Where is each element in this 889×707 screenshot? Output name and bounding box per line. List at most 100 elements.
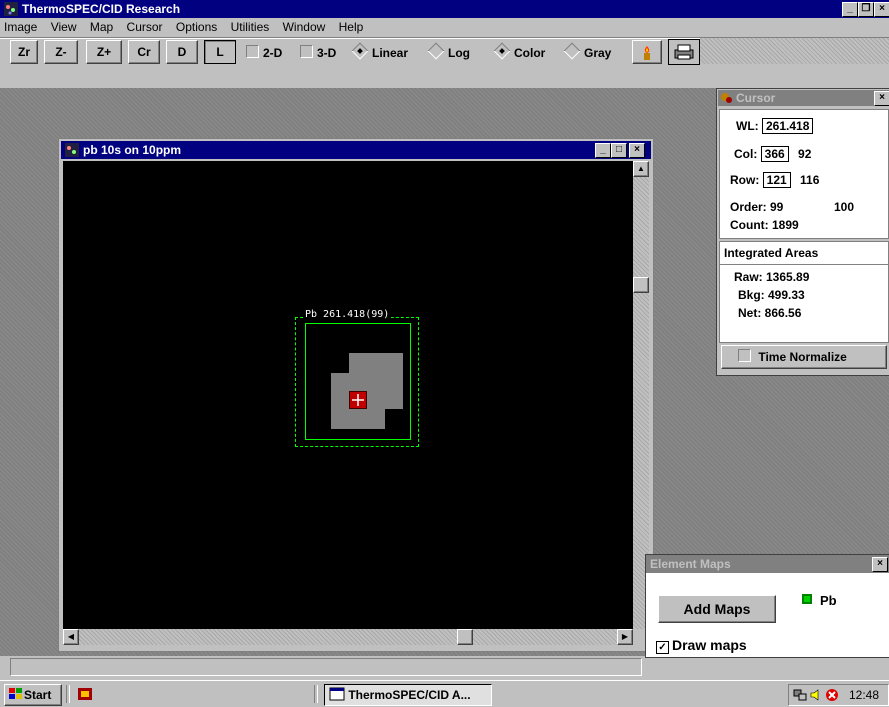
time-normalize-toggle[interactable]: Time Normalize <box>721 345 887 369</box>
zoom-reset-button[interactable]: Zr <box>10 40 38 64</box>
wl-row: WL: 261.418 <box>736 118 814 134</box>
wl-label: WL: <box>736 119 759 133</box>
row-label: Row: <box>730 173 760 187</box>
cursor-crosshair-icon[interactable] <box>349 391 367 409</box>
checkbox-2d-icon <box>246 45 259 58</box>
order-label: Order: 99 <box>730 200 784 214</box>
restore-icon[interactable]: ❐ <box>858 2 874 17</box>
image-minimize-icon[interactable]: _ <box>595 143 611 158</box>
raw-value: Raw: 1365.89 <box>734 270 810 284</box>
image-close-icon[interactable]: × <box>629 143 645 158</box>
horizontal-scrollbar[interactable]: ◀ ▶ <box>63 629 633 645</box>
element-maps-panel: Element Maps × Add Maps Pb ✓ Draw maps <box>645 554 889 658</box>
start-button[interactable]: Start <box>4 684 62 706</box>
network-tray-icon[interactable] <box>793 688 807 702</box>
quicklaunch-app-icon <box>78 688 92 700</box>
menu-image[interactable]: Image <box>4 20 37 34</box>
cursor-panel-title-bar[interactable]: Cursor × <box>718 90 889 106</box>
alert-tray-icon[interactable] <box>825 688 839 702</box>
integrated-areas-box: Integrated Areas Raw: 1365.89 Bkg: 499.3… <box>719 241 889 343</box>
radio-color-icon <box>493 42 511 60</box>
status-bar <box>10 658 642 676</box>
radio-linear[interactable]: Linear <box>351 42 408 60</box>
toggle-3d[interactable]: 3-D <box>300 45 336 60</box>
col-extra: 92 <box>798 147 812 161</box>
lamp-icon <box>644 45 650 60</box>
element-maps-title: Element Maps <box>650 557 731 571</box>
horizontal-scroll-thumb[interactable] <box>457 629 473 645</box>
order-extra: 100 <box>834 200 855 214</box>
taskbar: Start ThermoSPEC/CID A... 12:48 <box>0 680 889 707</box>
radio-gray-icon <box>563 42 581 60</box>
radio-color[interactable]: Color <box>493 42 546 60</box>
checkbox-3d-icon <box>300 45 313 58</box>
menu-options[interactable]: Options <box>176 20 217 34</box>
label-2d: 2-D <box>263 46 283 60</box>
zoom-out-button[interactable]: Z- <box>44 40 78 64</box>
app-icon <box>4 2 18 16</box>
element-maps-close-icon[interactable]: × <box>872 557 888 572</box>
add-maps-button[interactable]: Add Maps <box>658 595 776 623</box>
start-label: Start <box>24 688 52 702</box>
count-label: Count: 1899 <box>730 218 799 232</box>
radio-linear-icon <box>351 42 369 60</box>
image-window-icon <box>65 143 79 157</box>
wl-value[interactable]: 261.418 <box>762 118 814 134</box>
menu-map[interactable]: Map <box>90 20 113 34</box>
cursor-panel-close-icon[interactable]: × <box>874 91 889 106</box>
row-value[interactable]: 121 <box>762 172 791 188</box>
vertical-scroll-thumb[interactable] <box>633 277 649 293</box>
roi-label: Pb 261.418(99) <box>303 309 392 320</box>
windows-logo-icon <box>9 688 22 699</box>
menu-cursor[interactable]: Cursor <box>127 20 163 34</box>
time-normalize-label: Time Normalize <box>758 350 847 364</box>
taskbar-app-button[interactable]: ThermoSPEC/CID A... <box>324 684 492 706</box>
label-gray: Gray <box>584 46 612 60</box>
menu-utilities[interactable]: Utilities <box>231 20 270 34</box>
label-color: Color <box>514 46 546 60</box>
element-maps-title-bar[interactable]: Element Maps × <box>646 555 889 573</box>
col-value[interactable]: 366 <box>760 146 789 162</box>
cursor-info-box: WL: 261.418 Col: 366 92 Row: 121 116 Ord… <box>719 109 889 239</box>
app-title-bar[interactable]: ThermoSPEC/CID Research _ ❐ × <box>0 0 889 18</box>
crop-button[interactable]: Cr <box>128 40 160 64</box>
image-window-title-bar[interactable]: pb 10s on 10ppm _ □ × <box>61 141 651 159</box>
scroll-up-icon[interactable]: ▲ <box>633 161 649 177</box>
print-button[interactable] <box>668 39 700 65</box>
draw-maps-label: Draw maps <box>672 637 747 653</box>
image-window: pb 10s on 10ppm _ □ × Pb 261.418(99) ▲ ◀… <box>58 138 654 652</box>
image-canvas[interactable]: Pb 261.418(99) <box>63 161 633 629</box>
l-button[interactable]: L <box>204 40 236 64</box>
zoom-in-button[interactable]: Z+ <box>86 40 122 64</box>
menu-help[interactable]: Help <box>339 20 364 34</box>
volume-tray-icon[interactable] <box>809 688 823 702</box>
draw-maps-checkbox[interactable]: ✓ Draw maps <box>656 637 747 654</box>
toolbar-right-area <box>700 38 889 64</box>
scroll-left-icon[interactable]: ◀ <box>63 629 79 645</box>
col-row: Col: 366 92 <box>734 146 811 162</box>
toggle-2d[interactable]: 2-D <box>246 45 282 60</box>
radio-log-icon <box>427 42 445 60</box>
radio-gray[interactable]: Gray <box>563 42 612 60</box>
draw-maps-check-icon: ✓ <box>656 641 669 654</box>
minimize-icon[interactable]: _ <box>842 2 858 17</box>
col-label: Col: <box>734 147 758 161</box>
lamp-button[interactable] <box>632 40 662 64</box>
scroll-right-icon[interactable]: ▶ <box>617 629 633 645</box>
element-pb-item[interactable]: Pb <box>802 593 837 608</box>
net-value: Net: 866.56 <box>738 306 802 320</box>
system-tray: 12:48 <box>788 684 889 706</box>
task-divider <box>314 685 318 703</box>
menu-window[interactable]: Window <box>283 20 326 34</box>
d-button[interactable]: D <box>166 40 198 64</box>
app-title: ThermoSPEC/CID Research <box>22 2 181 16</box>
quicklaunch-app[interactable] <box>76 685 94 703</box>
image-maximize-icon[interactable]: □ <box>611 143 627 158</box>
cursor-panel-title: Cursor <box>736 91 776 105</box>
radio-log[interactable]: Log <box>427 42 470 60</box>
pb-color-swatch-icon <box>802 594 812 604</box>
integrated-divider <box>720 264 888 265</box>
close-icon[interactable]: × <box>874 2 889 17</box>
time-normalize-checkbox-icon <box>738 349 751 362</box>
menu-view[interactable]: View <box>51 20 77 34</box>
